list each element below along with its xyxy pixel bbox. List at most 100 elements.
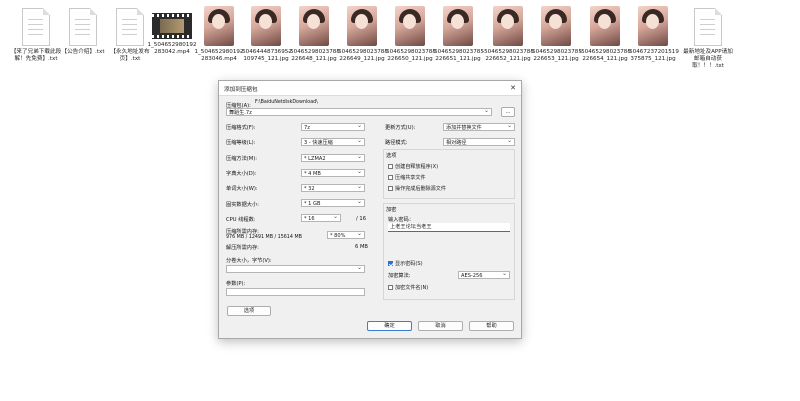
word-label: 单词大小(W): bbox=[226, 186, 258, 192]
method-value: * LZMA2 bbox=[304, 156, 326, 162]
word-select[interactable]: * 32 bbox=[301, 184, 365, 192]
file-name: -50465298023785226654_121.jpg bbox=[579, 49, 631, 62]
show-password-checkbox[interactable]: 显示密码(S) bbox=[388, 260, 423, 267]
options-group: 选项 创建自释放程序(X) 压缩共享文件 操作完成后删除源文件 bbox=[383, 149, 515, 199]
encryption-group: 加密 输入密码： 上老王论坛当老王 显示密码(S) 加密算法: AES-256 … bbox=[383, 203, 515, 300]
video-thumbnail bbox=[152, 13, 192, 39]
file-name: -50464448736952109745_121.jpg bbox=[240, 49, 292, 62]
dict-value: * 4 MB bbox=[304, 171, 321, 177]
text-file-icon bbox=[116, 8, 144, 46]
file-grid: 【来了兄弟下载此段解！先免费】.txt 【公告介绍】.txt 【永久地址发布页】.t… bbox=[0, 0, 800, 80]
file-name: -50465298023785226652_121.jpg bbox=[482, 49, 534, 62]
level-select[interactable]: 3 - 快速压缩 bbox=[301, 138, 365, 146]
file-item[interactable]: 【来了兄弟下载此段解！先免费】.txt bbox=[10, 6, 62, 63]
enc-method-value: AES-256 bbox=[461, 273, 483, 279]
file-item[interactable]: 1_504652980192283046.mp4 bbox=[193, 6, 245, 63]
encrypt-names-checkbox-box[interactable] bbox=[388, 285, 393, 290]
shared-label: 压缩共享文件 bbox=[395, 175, 426, 181]
delete-checkbox-box[interactable] bbox=[388, 186, 393, 191]
file-item[interactable]: -50465298023785226648_121.jpg bbox=[288, 6, 340, 63]
sfx-checkbox-box[interactable] bbox=[388, 164, 393, 169]
delete-checkbox[interactable]: 操作完成后删除源文件 bbox=[388, 185, 446, 192]
help-button[interactable]: 帮助 bbox=[469, 321, 514, 331]
encrypt-names-label: 加密文件名(N) bbox=[395, 285, 429, 291]
file-item[interactable]: 1_504652980192283042.mp4 bbox=[146, 6, 198, 56]
file-item[interactable]: -50465298023785226652_121.jpg bbox=[482, 6, 534, 63]
mem-label: 压缩所需内存: bbox=[226, 229, 259, 235]
image-thumbnail bbox=[299, 6, 329, 46]
ok-button[interactable]: 确定 bbox=[367, 321, 412, 331]
split-select[interactable] bbox=[226, 265, 365, 273]
format-value: 7z bbox=[304, 125, 310, 131]
text-file-icon bbox=[22, 8, 50, 46]
params-label: 参数(P): bbox=[226, 281, 246, 287]
pathmode-value: 相对路径 bbox=[446, 140, 467, 146]
threads-select[interactable]: * 16 bbox=[301, 214, 341, 222]
threads-total: / 16 bbox=[356, 216, 366, 222]
image-thumbnail bbox=[493, 6, 523, 46]
encrypt-names-checkbox[interactable]: 加密文件名(N) bbox=[388, 284, 428, 291]
enc-method-label: 加密算法: bbox=[388, 273, 411, 279]
text-file-icon bbox=[694, 8, 722, 46]
mem-percent-value: * 80% bbox=[330, 233, 346, 239]
file-item[interactable]: -50464448736952109745_121.jpg bbox=[240, 6, 292, 63]
pathmode-label: 路径模式: bbox=[385, 140, 408, 146]
archive-dir: F:\BaiduNetdiskDownload\ bbox=[255, 100, 318, 105]
archive-name-value: 舞蹈生.7z bbox=[229, 110, 252, 116]
file-name: -50465298023785226648_121.jpg bbox=[288, 49, 340, 62]
archive-name-combo[interactable]: 舞蹈生.7z bbox=[226, 108, 492, 116]
update-select[interactable]: 添加并替换文件 bbox=[443, 123, 515, 131]
options-group-title: 选项 bbox=[386, 153, 397, 159]
password-label: 输入密码： bbox=[388, 217, 414, 223]
image-thumbnail bbox=[395, 6, 425, 46]
params-input[interactable] bbox=[226, 288, 365, 296]
options-button[interactable]: 选项 bbox=[227, 306, 271, 316]
file-item[interactable]: -50465298023785226653_121.jpg bbox=[530, 6, 582, 63]
mem-value: 976 MB / 12491 MB / 15614 MB bbox=[226, 235, 302, 240]
shared-checkbox-box[interactable] bbox=[388, 175, 393, 180]
cancel-button[interactable]: 取消 bbox=[418, 321, 463, 331]
browse-button[interactable]: ... bbox=[501, 107, 515, 117]
file-item[interactable]: -50465298023785226654_121.jpg bbox=[579, 6, 631, 63]
file-item[interactable]: -50465298023785226649_121.jpg bbox=[336, 6, 388, 63]
solid-select[interactable]: * 1 GB bbox=[301, 199, 365, 207]
file-item[interactable]: 最新地址及APP请加邮箱自动获取！！！.txt bbox=[682, 6, 734, 70]
show-password-label: 显示密码(S) bbox=[395, 261, 423, 267]
file-name: 【来了兄弟下载此段解！先免费】.txt bbox=[10, 49, 62, 62]
word-value: * 32 bbox=[304, 186, 315, 192]
file-name: -50467237201519375875_121.jpg bbox=[627, 49, 679, 62]
file-name: 最新地址及APP请加邮箱自动获取！！！.txt bbox=[683, 49, 733, 69]
level-label: 压缩等级(L): bbox=[226, 140, 256, 146]
decomp-label: 解压所需内存: bbox=[226, 245, 259, 251]
sfx-checkbox[interactable]: 创建自释放程序(X) bbox=[388, 163, 438, 170]
enc-method-select[interactable]: AES-256 bbox=[458, 271, 510, 279]
threads-value: * 16 bbox=[304, 216, 315, 222]
file-name: 【公告介绍】.txt bbox=[61, 49, 105, 55]
dict-select[interactable]: * 4 MB bbox=[301, 169, 365, 177]
text-file-icon bbox=[69, 8, 97, 46]
image-thumbnail bbox=[347, 6, 377, 46]
file-item[interactable]: -50467237201519375875_121.jpg bbox=[627, 6, 679, 63]
format-select[interactable]: 7z bbox=[301, 123, 365, 131]
encryption-group-title: 加密 bbox=[386, 207, 397, 213]
add-to-archive-dialog: 添加到压缩包 ✕ 压缩包(A): F:\BaiduNetdiskDownload… bbox=[218, 80, 522, 339]
password-input[interactable]: 上老王论坛当老王 bbox=[388, 223, 510, 232]
image-thumbnail bbox=[443, 6, 473, 46]
image-thumbnail bbox=[204, 6, 234, 46]
close-icon[interactable]: ✕ bbox=[510, 84, 516, 92]
dict-label: 字典大小(D): bbox=[226, 171, 257, 177]
shared-checkbox[interactable]: 压缩共享文件 bbox=[388, 174, 426, 181]
mem-percent-select[interactable]: * 80% bbox=[327, 231, 365, 239]
file-name: 1_504652980192283042.mp4 bbox=[147, 42, 197, 55]
show-password-checkbox-box[interactable] bbox=[388, 261, 393, 266]
solid-label: 固实数据大小: bbox=[226, 202, 259, 208]
solid-value: * 1 GB bbox=[304, 201, 321, 207]
level-value: 3 - 快速压缩 bbox=[304, 140, 333, 146]
decomp-value: 6 MB bbox=[355, 244, 368, 250]
file-item[interactable]: -50465298023785226651_121.jpg bbox=[432, 6, 484, 63]
pathmode-select[interactable]: 相对路径 bbox=[443, 138, 515, 146]
method-select[interactable]: * LZMA2 bbox=[301, 154, 365, 162]
file-item[interactable]: -50465298023785226650_121.jpg bbox=[384, 6, 436, 63]
dialog-titlebar: 添加到压缩包 ✕ bbox=[219, 81, 521, 96]
file-item[interactable]: 【公告介绍】.txt bbox=[57, 6, 109, 56]
